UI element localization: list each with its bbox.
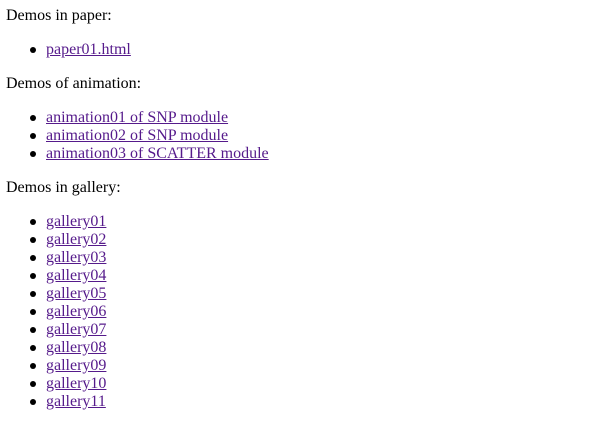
- gallery07-link[interactable]: gallery07: [46, 321, 106, 338]
- list-item: animation01 of SNP module: [30, 109, 591, 127]
- list-item: gallery06: [30, 303, 591, 321]
- list-item: paper01.html: [30, 41, 591, 59]
- gallery08-link[interactable]: gallery08: [46, 339, 106, 356]
- list-item: gallery09: [30, 357, 591, 375]
- gallery09-link[interactable]: gallery09: [46, 357, 106, 374]
- list-item: animation03 of SCATTER module: [30, 145, 591, 163]
- page: Demos in paper: paper01.html Demos of an…: [0, 0, 591, 411]
- animation01-link[interactable]: animation01 of SNP module: [46, 109, 228, 126]
- list-item: gallery03: [30, 249, 591, 267]
- animation03-link[interactable]: animation03 of SCATTER module: [46, 145, 269, 162]
- gallery03-link[interactable]: gallery03: [46, 249, 106, 266]
- list-item: gallery08: [30, 339, 591, 357]
- gallery05-link[interactable]: gallery05: [46, 285, 106, 302]
- list-item: gallery02: [30, 231, 591, 249]
- gallery04-link[interactable]: gallery04: [46, 267, 106, 284]
- section-animation: Demos of animation: animation01 of SNP m…: [6, 75, 591, 163]
- section-heading-gallery: Demos in gallery:: [6, 179, 121, 196]
- section-gallery: Demos in gallery: gallery01 gallery02 ga…: [6, 179, 591, 411]
- gallery11-link[interactable]: gallery11: [46, 393, 106, 410]
- gallery02-link[interactable]: gallery02: [46, 231, 106, 248]
- list-item: gallery01: [30, 213, 591, 231]
- section-heading-paper: Demos in paper:: [6, 7, 112, 24]
- animation-demo-list: animation01 of SNP module animation02 of…: [6, 109, 591, 163]
- animation02-link[interactable]: animation02 of SNP module: [46, 127, 228, 144]
- paper-demo-list: paper01.html: [6, 41, 591, 59]
- list-item: gallery05: [30, 285, 591, 303]
- paper01-link[interactable]: paper01.html: [46, 41, 131, 58]
- gallery-demo-list: gallery01 gallery02 gallery03 gallery04 …: [6, 213, 591, 411]
- list-item: gallery04: [30, 267, 591, 285]
- gallery01-link[interactable]: gallery01: [46, 213, 106, 230]
- list-item: animation02 of SNP module: [30, 127, 591, 145]
- list-item: gallery10: [30, 375, 591, 393]
- list-item: gallery07: [30, 321, 591, 339]
- gallery06-link[interactable]: gallery06: [46, 303, 106, 320]
- section-paper: Demos in paper: paper01.html: [6, 7, 591, 59]
- section-heading-animation: Demos of animation:: [6, 75, 142, 92]
- list-item: gallery11: [30, 393, 591, 411]
- gallery10-link[interactable]: gallery10: [46, 375, 106, 392]
